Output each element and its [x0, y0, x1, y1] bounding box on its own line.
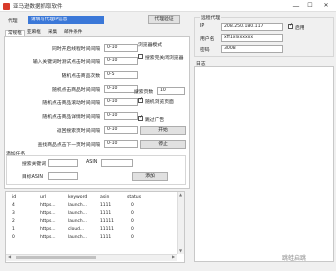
table-header-status: status: [127, 195, 142, 200]
interval-label: 随机点击商品次数: [61, 74, 100, 79]
horizontal-scroll-thumb[interactable]: [16, 256, 96, 259]
table-cell: launch...: [68, 203, 87, 208]
interval-input[interactable]: 0-10: [104, 140, 138, 148]
target-asin-label: 目标ASIN: [22, 175, 43, 180]
table-cell: 1111: [100, 211, 112, 216]
password-label: 密码: [200, 48, 210, 53]
table-cell: 0: [131, 235, 134, 240]
interval-label: 随机点击商品时间间隔: [52, 88, 100, 93]
close-browser-label: 搜索完关闭浏览器: [145, 56, 184, 61]
interval-label: 随机点击商品详情时间间隔: [42, 115, 100, 120]
table-cell: 0: [131, 203, 134, 208]
password-input[interactable]: 3008: [221, 45, 283, 53]
interval-input[interactable]: 0-10: [104, 44, 138, 52]
table-cell: 11111: [100, 227, 114, 232]
table-cell: 0: [131, 219, 134, 224]
log-panel: [194, 66, 334, 262]
interval-input[interactable]: 0-10: [104, 98, 138, 106]
interval-input[interactable]: 0-10: [104, 112, 138, 120]
skip-ads-label: 跳过广告: [145, 118, 165, 123]
search-pages-input[interactable]: 10: [157, 87, 185, 95]
table-header-asin: asin: [100, 195, 110, 200]
table-header-id: id: [12, 195, 17, 200]
interval-label: 同时开启线程时间间隔: [52, 47, 100, 52]
table-cell: 0: [12, 235, 15, 240]
username-label: 用户名: [200, 37, 215, 42]
watermark-text: 跳蛙启跳: [282, 255, 307, 262]
keyword-label: 搜索关键词: [22, 162, 46, 167]
table-cell: https...: [40, 235, 56, 240]
scroll-up-icon[interactable]: ▲: [177, 192, 184, 197]
table-cell: https...: [40, 203, 56, 208]
scroll-down-icon[interactable]: ▼: [177, 248, 184, 253]
start-button[interactable]: 开始: [140, 126, 186, 135]
table-cell: 1: [12, 227, 15, 232]
table-cell: 2: [12, 219, 15, 224]
random-browse-checkbox[interactable]: [138, 96, 143, 103]
table-cell: cloud...: [68, 227, 85, 232]
remote-proxy-title: 远程代理: [200, 14, 222, 21]
skip-ads-checkbox[interactable]: [138, 114, 143, 121]
ip-label: IP: [200, 24, 205, 29]
search-pages-label: 搜索页数: [134, 90, 154, 95]
table-cell: launch...: [68, 211, 87, 216]
keyword-input[interactable]: [48, 159, 78, 167]
stop-button[interactable]: 停止: [140, 140, 186, 149]
table-cell: https...: [40, 211, 56, 216]
interval-input[interactable]: 0-10: [104, 126, 138, 134]
interval-label: 查找商品点击下一页时间间隔: [37, 143, 100, 148]
table-cell: 3: [12, 211, 15, 216]
table-cell: 0: [131, 227, 134, 232]
task-table: [5, 191, 185, 263]
asin-label: ASIN: [86, 160, 98, 165]
enable-checkbox[interactable]: [288, 22, 293, 29]
enable-label: 启用: [295, 26, 305, 31]
table-cell: 11111: [100, 219, 114, 224]
proxy-verify-button[interactable]: 代理验证: [148, 15, 180, 24]
username-input[interactable]: xff1xlxxxxxx: [221, 34, 283, 42]
target-asin-input[interactable]: [48, 172, 78, 180]
table-vertical-scrollbar[interactable]: [177, 192, 184, 254]
add-task-button[interactable]: 添加: [132, 172, 168, 181]
table-header-url: url: [40, 195, 47, 200]
browser-mode-label: 浏览器模式: [138, 43, 162, 48]
scroll-left-icon[interactable]: ◀: [6, 254, 13, 259]
app-icon: [3, 3, 10, 10]
table-cell: https...: [40, 219, 56, 224]
scroll-right-icon[interactable]: ▶: [170, 254, 177, 259]
random-browse-label: 随机浏览页面: [145, 100, 174, 105]
proxy-label: 代理: [8, 19, 18, 24]
table-cell: 1111: [100, 235, 112, 240]
interval-label: 随机点击商品滚动时间间隔: [42, 101, 100, 106]
window-title: 亚马逊数据抓取软件: [13, 4, 63, 10]
interval-label: 返回搜索页时间间隔: [56, 129, 100, 134]
interval-input[interactable]: 0-5: [104, 71, 138, 79]
table-cell: 0: [131, 211, 134, 216]
table-cell: https...: [40, 227, 56, 232]
maximize-button[interactable]: ☐: [304, 1, 316, 11]
interval-label: 输入关键词时测试点击时间间隔: [32, 60, 100, 65]
interval-input[interactable]: 0-10: [104, 85, 138, 93]
table-cell: 4: [12, 203, 15, 208]
minimize-button[interactable]: —: [290, 1, 302, 11]
table-header-keyword: keyword: [68, 195, 88, 200]
table-cell: launch...: [68, 235, 87, 240]
close-browser-checkbox[interactable]: [138, 54, 143, 59]
table-cell: 1111: [100, 203, 112, 208]
table-cell: launch...: [68, 219, 87, 224]
asin-input[interactable]: [101, 159, 133, 167]
interval-input[interactable]: 0-10: [104, 57, 138, 65]
close-button[interactable]: ✕: [320, 1, 332, 11]
proxy-input[interactable]: 请填写代理IP信息: [28, 16, 104, 24]
ip-input[interactable]: 208.250.180.117: [221, 23, 283, 31]
